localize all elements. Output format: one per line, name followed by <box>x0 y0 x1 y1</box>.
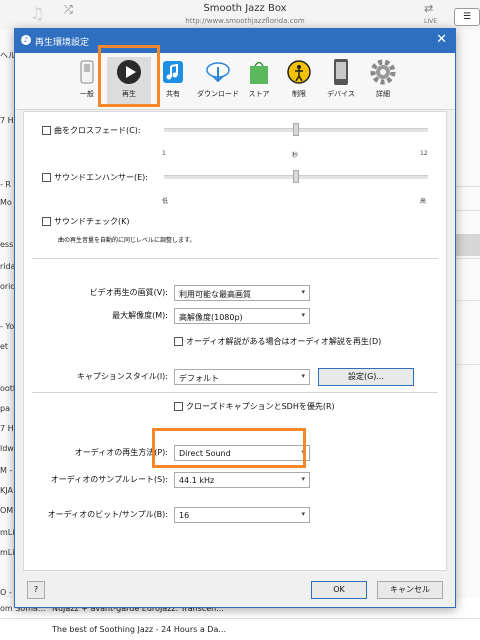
playback-tab-highlight <box>98 45 160 107</box>
table-row[interactable]: The best of Soothing Jazz - 24 Hours a D… <box>0 619 480 639</box>
row-divider <box>456 300 480 301</box>
sound-check-checkbox[interactable] <box>42 217 51 226</box>
chevron-down-icon: ▾ <box>301 288 305 296</box>
row-fragment: Mo <box>0 198 12 207</box>
restrictions-icon <box>284 57 314 87</box>
max-resolution-select[interactable]: 高解像度(1080p) ▾ <box>174 308 310 324</box>
tab-devices[interactable]: デバイス <box>319 57 363 105</box>
caption-style-select[interactable]: デフォルト ▾ <box>174 369 310 385</box>
sample-rate-select[interactable]: 44.1 kHz ▾ <box>174 472 310 488</box>
chevron-down-icon: ▾ <box>301 311 305 319</box>
close-icon[interactable]: ✕ <box>436 32 447 47</box>
row-fragment: ldw <box>0 444 14 453</box>
tab-restrictions[interactable]: 制限 <box>277 57 321 105</box>
ok-button[interactable]: OK <box>311 581 367 599</box>
enhancer-low-label: 低 <box>162 198 169 205</box>
dialog-titlebar: ♪ 再生環境設定 ✕ <box>15 29 455 53</box>
playback-pane: 曲をクロスフェード(C): 1 秒 12 サウンドエンハンサー(E): 低 高 … <box>23 111 447 571</box>
sample-rate-value: 44.1 kHz <box>179 476 215 485</box>
music-note-icon: ♫ <box>30 4 45 23</box>
sound-enhancer-slider-thumb[interactable] <box>293 170 299 183</box>
tab-label: 詳細 <box>376 90 390 98</box>
itunes-icon: ♪ <box>21 35 31 45</box>
store-bag-icon <box>244 57 274 87</box>
tab-advanced[interactable]: 詳細 <box>361 57 405 105</box>
row-fragment: mLi <box>0 528 15 537</box>
bits-per-sample-value: 16 <box>179 511 190 520</box>
sound-enhancer-label: サウンドエンハンサー(E): <box>54 173 148 182</box>
sound-check-label: サウンドチェック(K) <box>54 217 130 226</box>
shuffle-icon[interactable]: ⤮ <box>64 3 73 17</box>
row-divider <box>456 364 480 365</box>
row-fragment: KJA <box>0 486 13 495</box>
live-label: LIVE <box>424 18 438 25</box>
caption-settings-button[interactable]: 設定(G)... <box>318 368 414 386</box>
enhancer-high-label: 高 <box>420 198 427 205</box>
row-fragment: mLi <box>0 548 15 557</box>
preferences-toolbar: 一般 再生 共有 ダウンロード ストア 制限 デバイス 詳細 <box>15 53 455 110</box>
tab-label: 制限 <box>292 90 306 98</box>
bits-per-sample-select[interactable]: 16 ▾ <box>174 507 310 523</box>
crossfade-unit-label: 秒 <box>292 152 299 159</box>
crossfade-min-label: 1 <box>162 150 166 157</box>
row-divider <box>456 258 480 259</box>
row-fragment: - R <box>0 180 11 189</box>
dialog-title: 再生環境設定 <box>35 38 90 48</box>
crossfade-label: 曲をクロスフェード(C): <box>54 126 141 135</box>
row-fragment: M - <box>0 466 13 475</box>
audio-description-label: オーディオ解説がある場合はオーディオ解説を再生(D) <box>186 337 382 346</box>
itunes-header: ♫ ⤮ Smooth Jazz Box http://www.smoothjaz… <box>0 0 480 31</box>
max-resolution-label: 最大解像度(M): <box>112 311 168 320</box>
station-title: Smooth Jazz Box <box>203 3 287 14</box>
sound-check-description: 曲の再生音量を自動的に同じレベルに調整します。 <box>58 237 196 244</box>
row-fragment: - Yo <box>0 322 15 331</box>
crossfade-max-label: 12 <box>420 150 428 157</box>
chevron-down-icon: ▾ <box>301 475 305 483</box>
row-fragment: et <box>0 342 9 351</box>
tab-downloads[interactable]: ダウンロード <box>193 57 243 105</box>
sound-enhancer-checkbox[interactable] <box>42 173 51 182</box>
row-divider <box>456 186 480 187</box>
selected-row <box>456 234 480 256</box>
crossfade-checkbox[interactable] <box>42 126 51 135</box>
tab-label: デバイス <box>327 90 355 98</box>
max-resolution-value: 高解像度(1080p) <box>179 313 243 322</box>
help-button[interactable]: ? <box>27 581 45 599</box>
closed-caption-label: クローズドキャプションとSDHを優先(R) <box>186 402 335 411</box>
device-icon <box>326 57 356 87</box>
video-quality-label: ビデオ再生の画質(V): <box>89 288 168 297</box>
preferences-dialog: ♪ 再生環境設定 ✕ 一般 再生 共有 ダウンロード ストア 制限 デバイス 詳… <box>14 28 456 608</box>
itunes-right-column <box>456 30 480 640</box>
audio-playback-highlight <box>152 428 306 468</box>
row-divider <box>456 210 480 211</box>
repeat-icon[interactable]: ⇄ <box>424 2 433 15</box>
video-quality-select[interactable]: 利用可能な最高画質 ▾ <box>174 285 310 301</box>
tab-label: ストア <box>248 90 270 98</box>
closed-caption-checkbox[interactable] <box>174 402 183 411</box>
download-cloud-icon <box>203 57 233 87</box>
music-share-icon <box>158 57 188 87</box>
tab-store[interactable]: ストア <box>237 57 281 105</box>
caption-style-label: キャプションスタイル(I): <box>76 372 168 381</box>
audio-description-checkbox[interactable] <box>174 337 183 346</box>
row-fragment: O - <box>0 588 12 597</box>
list-view-button[interactable]: ☰ <box>454 8 480 26</box>
divider <box>32 258 438 259</box>
chevron-down-icon: ▾ <box>301 510 305 518</box>
chevron-down-icon: ▾ <box>301 372 305 380</box>
cancel-button[interactable]: キャンセル <box>377 581 443 599</box>
caption-style-value: デフォルト <box>179 374 219 383</box>
station-url: http://www.smoothjazzflorida.com <box>185 17 305 25</box>
divider <box>32 392 438 393</box>
tab-label: ダウンロード <box>197 90 239 98</box>
gear-icon <box>368 57 398 87</box>
row-description: The best of Soothing Jazz - 24 Hours a D… <box>52 625 226 634</box>
sample-rate-label: オーディオのサンプルレート(S): <box>50 475 168 484</box>
bits-per-sample-label: オーディオのビット/サンプル(B): <box>47 510 168 519</box>
crossfade-slider-thumb[interactable] <box>293 123 299 136</box>
video-quality-value: 利用可能な最高画質 <box>179 290 251 299</box>
row-fragment: pa <box>0 404 10 413</box>
